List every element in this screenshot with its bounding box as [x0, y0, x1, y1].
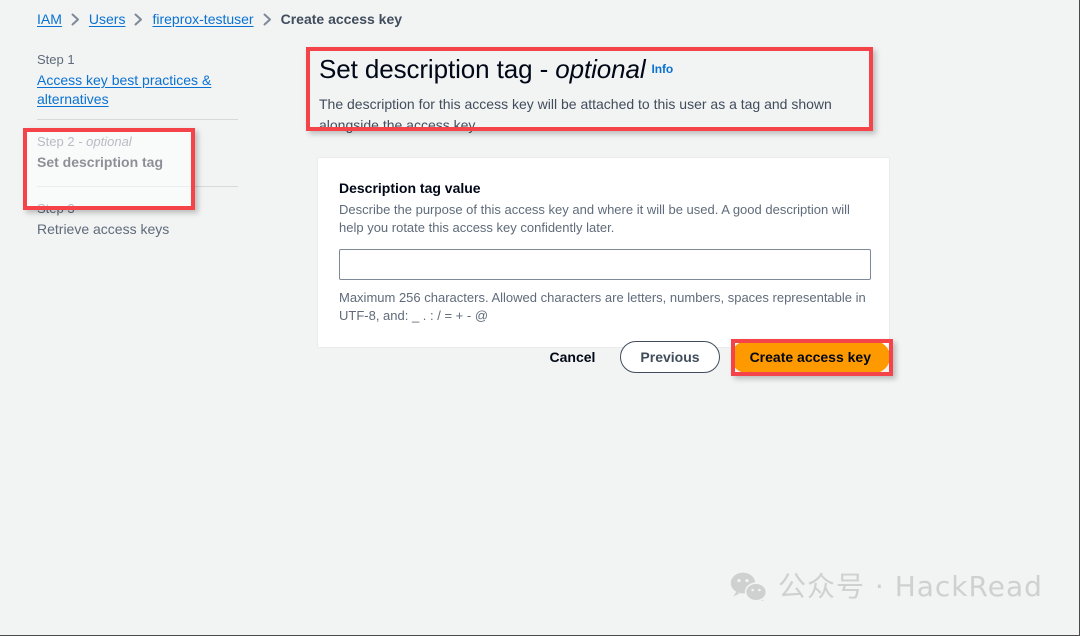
watermark-text: 公众号 · HackRead: [778, 570, 1043, 603]
wizard-step-1[interactable]: Step 1 Access key best practices & alter…: [37, 48, 238, 119]
chevron-right-icon: [263, 13, 272, 26]
wizard-steps-nav: Step 1 Access key best practices & alter…: [37, 48, 238, 249]
breadcrumb-item-current: Create access key: [280, 11, 403, 27]
wizard-step-1-title[interactable]: Access key best practices & alternatives: [37, 71, 238, 109]
breadcrumb-item-users[interactable]: Users: [89, 9, 126, 29]
create-access-key-button[interactable]: Create access key: [730, 341, 890, 373]
wizard-step-3[interactable]: Step 3 Retrieve access keys: [37, 187, 238, 249]
chevron-right-icon: [71, 13, 80, 26]
wizard-actions: Cancel Previous Create access key: [317, 341, 890, 373]
page-title-text: Set description tag -: [319, 54, 556, 84]
wizard-step-2-label: Step 2 - optional: [37, 132, 238, 151]
description-tag-label: Description tag value: [339, 180, 481, 196]
previous-button[interactable]: Previous: [620, 341, 720, 373]
breadcrumb-item-iam[interactable]: IAM: [37, 9, 62, 29]
page-header: Set description tag - optional Info The d…: [317, 50, 891, 136]
description-tag-card: Description tag value Describe the purpo…: [317, 157, 890, 348]
breadcrumb: IAM Users fireprox-testuser Create acces…: [37, 9, 402, 29]
breadcrumb-item-user[interactable]: fireprox-testuser: [152, 9, 253, 29]
page-description: The description for this access key will…: [319, 96, 832, 133]
wizard-step-1-label: Step 1: [37, 52, 75, 67]
description-tag-constraint-text: Maximum 256 characters. Allowed characte…: [339, 290, 866, 323]
page-title-optional: optional: [555, 54, 646, 84]
page-title: Set description tag - optional Info: [317, 50, 891, 85]
wizard-step-2-optional: - optional: [74, 134, 132, 149]
wizard-step-2-title: Set description tag: [37, 154, 164, 170]
wizard-step-2-number: Step 2: [37, 134, 75, 149]
watermark: 公众号 · HackRead: [730, 570, 1043, 604]
description-tag-help-text: Describe the purpose of this access key …: [339, 202, 850, 235]
wizard-step-3-title: Retrieve access keys: [37, 221, 170, 237]
info-link[interactable]: Info: [652, 62, 674, 76]
description-tag-input[interactable]: [339, 249, 871, 280]
chevron-right-icon: [134, 13, 143, 26]
page-root: IAM Users fireprox-testuser Create acces…: [0, 0, 1080, 636]
wechat-icon: [730, 571, 768, 603]
wizard-step-3-label: Step 3: [37, 201, 75, 216]
wizard-step-2[interactable]: Step 2 - optional Set description tag: [37, 120, 238, 186]
cancel-button[interactable]: Cancel: [536, 341, 610, 373]
